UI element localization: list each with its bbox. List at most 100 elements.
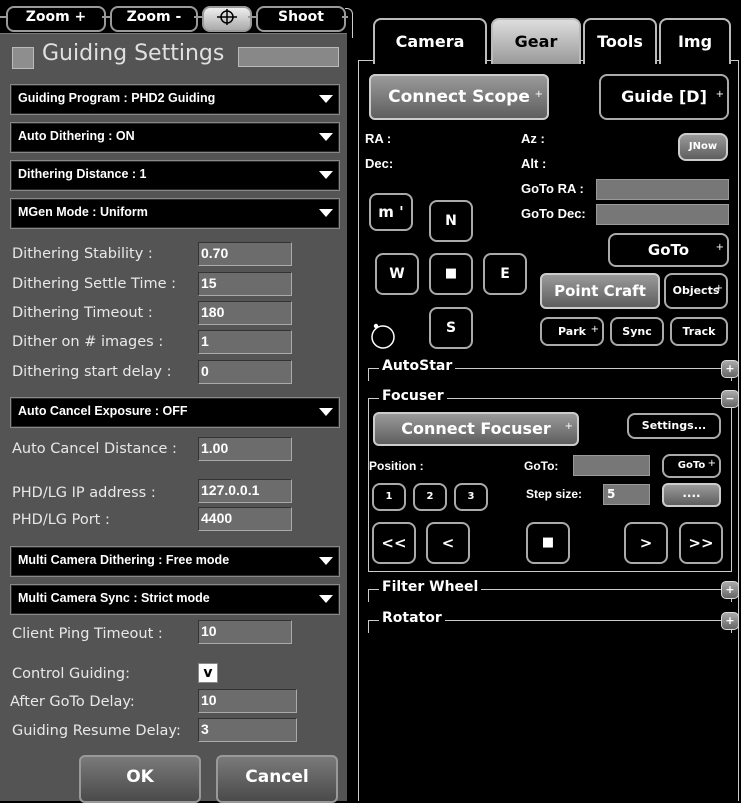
cancel-button[interactable]: Cancel: [216, 755, 338, 803]
settings-title-field[interactable]: [238, 47, 339, 67]
dithering-start-delay-label: Dithering start delay :: [12, 364, 172, 380]
guiding-program-select[interactable]: Guiding Program : PHD2 Guiding: [10, 84, 340, 115]
settings-enable-checkbox[interactable]: [12, 47, 34, 69]
focuser-preset-3[interactable]: 3: [454, 483, 488, 511]
focuser-settings-button[interactable]: Settings...: [627, 413, 721, 439]
dithering-settle-label: Dithering Settle Time :: [12, 276, 177, 292]
focus-stop-button[interactable]: ■: [526, 522, 570, 564]
track-button[interactable]: Track: [670, 317, 728, 346]
jnow-button[interactable]: JNow: [678, 133, 728, 161]
step-size-input[interactable]: 5: [603, 484, 650, 505]
south-button[interactable]: S: [429, 307, 473, 349]
dither-images-input[interactable]: 1: [198, 330, 292, 354]
auto-cancel-select[interactable]: Auto Cancel Exposure : OFF: [10, 397, 340, 428]
after-goto-delay-input[interactable]: 10: [198, 689, 297, 713]
focuser-goto-input[interactable]: [573, 455, 650, 476]
client-ping-input[interactable]: 10: [198, 620, 292, 644]
toolbar-connector: [248, 16, 256, 18]
toolbar-connector: [102, 16, 110, 18]
guiding-resume-delay-input[interactable]: 3: [198, 718, 297, 742]
expand-autostar-button[interactable]: +: [721, 360, 739, 378]
dithering-timeout-input[interactable]: 180: [198, 301, 292, 325]
focus-in-button[interactable]: <: [426, 522, 470, 564]
tab-img[interactable]: Img: [659, 18, 731, 64]
stop-mount-button[interactable]: ■: [429, 253, 473, 295]
rotator-section: Rotator +: [368, 610, 739, 633]
after-goto-delay-label: After GoTo Delay:: [10, 694, 135, 710]
goto-ra-input[interactable]: [596, 179, 729, 200]
zoom-in-button[interactable]: Zoom +: [6, 6, 106, 32]
auto-dithering-select[interactable]: Auto Dithering : ON: [10, 122, 340, 153]
phd-port-input[interactable]: 4400: [198, 507, 292, 531]
chevron-down-icon: [319, 408, 333, 416]
tab-tools[interactable]: Tools: [583, 18, 657, 64]
focus-out-button[interactable]: >: [624, 522, 668, 564]
dither-images-label: Dither on # images :: [12, 334, 164, 350]
connect-focuser-button[interactable]: Connect Focuser +: [373, 412, 579, 446]
focuser-preset-2[interactable]: 2: [413, 483, 447, 511]
dithering-stability-label: Dithering Stability :: [12, 246, 153, 262]
dithering-distance-select[interactable]: Dithering Distance : 1: [10, 160, 340, 191]
dec-label: Dec:: [365, 156, 394, 171]
control-guiding-label: Control Guiding:: [12, 666, 130, 682]
west-button[interactable]: W: [375, 253, 419, 295]
collapse-focuser-button[interactable]: −: [721, 390, 739, 408]
phd-ip-label: PHD/LG IP address :: [12, 485, 156, 501]
expand-rotator-button[interactable]: +: [721, 612, 739, 630]
east-button[interactable]: E: [483, 253, 527, 295]
sync-button[interactable]: Sync: [610, 317, 664, 346]
chevron-down-icon: [319, 595, 333, 603]
multi-camera-sync-select[interactable]: Multi Camera Sync : Strict mode: [10, 584, 340, 615]
focuser-goto-button[interactable]: GoTo +: [662, 454, 721, 478]
settings-title: Guiding Settings: [42, 41, 225, 66]
phd-ip-input[interactable]: 127.0.0.1: [198, 479, 292, 503]
zoom-out-button[interactable]: Zoom -: [110, 6, 198, 32]
autostar-section: AutoStar +: [368, 358, 739, 381]
toolbar-connector: [194, 16, 202, 18]
multi-camera-dithering-select[interactable]: Multi Camera Dithering : Free mode: [10, 546, 340, 577]
az-label: Az :: [521, 131, 545, 146]
guide-button[interactable]: Guide [D] +: [599, 74, 729, 120]
client-ping-label: Client Ping Timeout :: [12, 626, 163, 642]
connect-scope-button[interactable]: Connect Scope +: [369, 74, 549, 120]
goto-button[interactable]: GoTo +: [608, 233, 729, 267]
autostar-title: AutoStar: [379, 358, 456, 374]
park-button[interactable]: Park +: [540, 317, 604, 346]
guiding-settings-panel: Guiding Settings Guiding Program : PHD2 …: [0, 33, 347, 803]
dithering-timeout-label: Dithering Timeout :: [12, 305, 153, 321]
focuser-position-label: Position :: [369, 459, 424, 473]
focus-in-far-button[interactable]: <<: [372, 522, 416, 564]
tab-camera[interactable]: Camera: [373, 18, 487, 64]
auto-cancel-distance-label: Auto Cancel Distance :: [12, 441, 177, 457]
focuser-title: Focuser: [379, 388, 447, 404]
control-guiding-checkbox[interactable]: v: [198, 663, 218, 683]
tab-gear[interactable]: Gear: [491, 18, 581, 64]
focuser-preset-1[interactable]: 1: [372, 483, 406, 511]
dithering-settle-input[interactable]: 15: [198, 272, 292, 296]
ok-button[interactable]: OK: [79, 755, 201, 803]
filter-wheel-title: Filter Wheel: [379, 579, 482, 595]
north-button[interactable]: N: [429, 200, 473, 242]
goto-dec-input[interactable]: [596, 204, 729, 225]
rotator-title: Rotator: [379, 610, 445, 626]
panel-corner: [345, 8, 353, 38]
auto-cancel-distance-input[interactable]: 1.00: [198, 437, 292, 461]
chevron-down-icon: [319, 95, 333, 103]
dithering-stability-input[interactable]: 0.70: [198, 242, 292, 266]
shoot-button[interactable]: Shoot: [256, 6, 346, 32]
step-size-label: Step size:: [526, 487, 583, 501]
focus-out-far-button[interactable]: >>: [679, 522, 723, 564]
crosshair-button[interactable]: [202, 6, 252, 32]
dithering-start-delay-input[interactable]: 0: [198, 360, 292, 384]
point-craft-button[interactable]: Point Craft: [540, 273, 660, 309]
chevron-down-icon: [319, 209, 333, 217]
expand-filter-wheel-button[interactable]: +: [721, 581, 739, 599]
m-button[interactable]: m ': [369, 193, 413, 231]
objects-button[interactable]: Objects +: [664, 273, 728, 309]
phd-port-label: PHD/LG Port :: [12, 512, 110, 528]
slew-speed-icon[interactable]: [368, 320, 398, 350]
step-size-options-button[interactable]: ....: [662, 483, 721, 507]
goto-dec-label: GoTo Dec:: [521, 206, 586, 221]
goto-ra-label: GoTo RA :: [521, 181, 584, 196]
mgen-mode-select[interactable]: MGen Mode : Uniform: [10, 198, 340, 229]
